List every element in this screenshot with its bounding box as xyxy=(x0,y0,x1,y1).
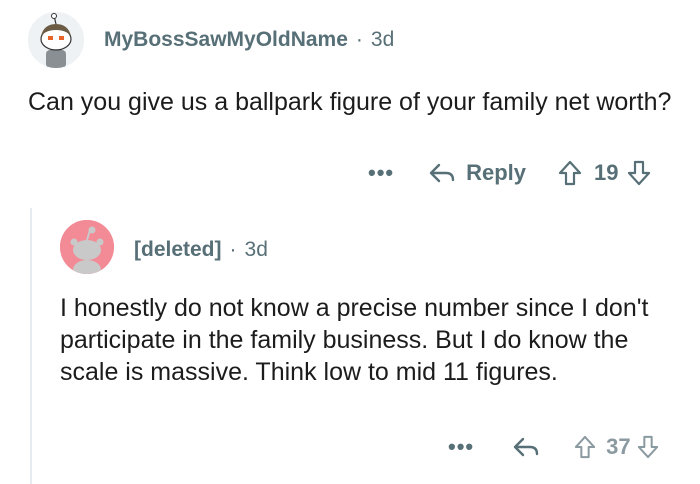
upvote-button[interactable] xyxy=(574,435,596,459)
meta-separator: · xyxy=(355,28,363,51)
reply-button[interactable] xyxy=(512,436,540,458)
comment-meta: [deleted] · 3d xyxy=(134,238,268,262)
comment-age[interactable]: 3d xyxy=(371,28,394,51)
user-avatar[interactable] xyxy=(28,12,84,68)
reply-label: Reply xyxy=(466,160,527,185)
comment-meta: MyBossSawMyOldName · 3d xyxy=(104,28,394,52)
vote-score: 19 xyxy=(594,160,619,185)
thread-line[interactable] xyxy=(30,208,32,484)
downvote-button[interactable] xyxy=(637,435,659,459)
upvote-arrow-icon xyxy=(558,160,582,186)
more-options-button[interactable]: ••• xyxy=(368,162,394,184)
deleted-user-avatar xyxy=(60,220,114,274)
snoo-silhouette-icon xyxy=(60,220,114,274)
comment-age[interactable]: 3d xyxy=(245,238,268,261)
username-deleted: [deleted] xyxy=(134,238,222,261)
snoo-avatar-icon xyxy=(28,12,84,68)
upvote-button[interactable] xyxy=(558,160,582,186)
meta-separator: · xyxy=(229,238,237,261)
comment-body: I honestly do not know a precise number … xyxy=(60,294,649,386)
downvote-arrow-icon xyxy=(637,435,659,459)
username-link[interactable]: MyBossSawMyOldName xyxy=(104,28,348,51)
reply-button[interactable]: Reply xyxy=(428,160,526,186)
comment-body: Can you give us a ballpark figure of you… xyxy=(28,88,672,116)
reply-arrow-icon xyxy=(428,162,456,184)
more-options-button[interactable]: ••• xyxy=(448,436,474,458)
downvote-button[interactable] xyxy=(627,160,651,186)
vote-score: 37 xyxy=(606,434,631,459)
upvote-arrow-icon xyxy=(574,435,596,459)
reply-arrow-icon xyxy=(512,436,540,458)
comment-actions: ••• Reply 19 xyxy=(368,160,651,186)
downvote-arrow-icon xyxy=(627,160,651,186)
comment-actions: ••• 37 xyxy=(448,434,659,460)
